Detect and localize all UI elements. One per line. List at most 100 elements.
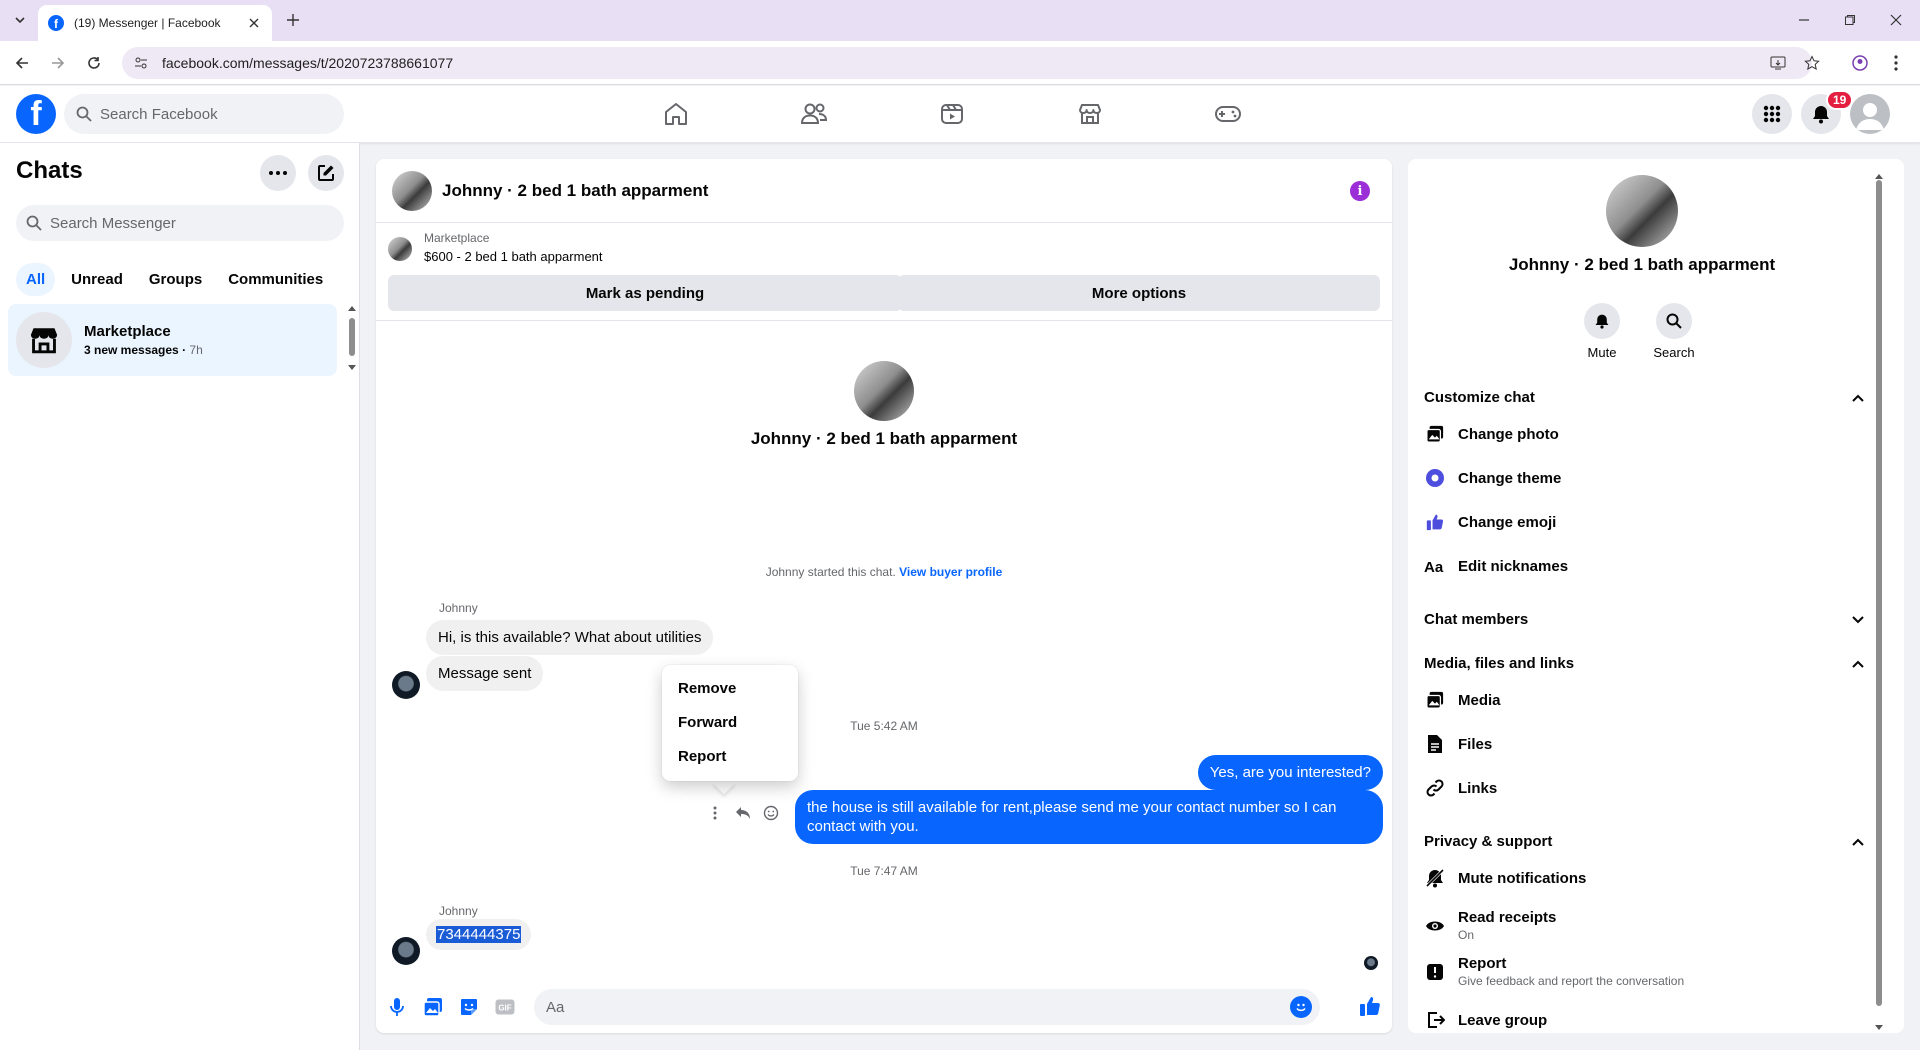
conversation-photo[interactable]	[392, 170, 432, 211]
watch-video-icon[interactable]	[936, 98, 968, 130]
site-info-icon[interactable]	[134, 56, 148, 70]
like-thumbs-up-icon[interactable]	[1358, 994, 1382, 1018]
new-message-button[interactable]	[308, 155, 344, 191]
forward-menu-item[interactable]: Forward	[670, 705, 790, 739]
search-icon	[76, 106, 92, 122]
conversation-title[interactable]: Johnny · 2 bed 1 bath apparment	[442, 181, 708, 201]
mute-action[interactable]: Mute	[1572, 303, 1632, 360]
details-scrollbar[interactable]	[1873, 172, 1885, 1034]
browser-menu-icon[interactable]	[1886, 53, 1906, 73]
privacy-support-section[interactable]: Privacy & support	[1424, 833, 1864, 850]
microphone-icon[interactable]	[386, 996, 408, 1018]
listing-title[interactable]: $600 - 2 bed 1 bath apparment	[424, 249, 603, 264]
read-receipts-state: On	[1458, 928, 1475, 942]
address-bar[interactable]: facebook.com/messages/t/2020723788661077	[122, 47, 1812, 79]
conversation-intro-name: Johnny · 2 bed 1 bath apparment	[750, 429, 1018, 448]
read-receipts-item[interactable]: Read receipts On	[1424, 909, 1864, 942]
edit-nicknames-item[interactable]: Aa Edit nicknames	[1424, 555, 1864, 577]
chat-item-marketplace[interactable]: Marketplace 3 new messages · 7h	[8, 304, 337, 376]
message-sender-name: Johnny	[439, 904, 478, 918]
change-emoji-item[interactable]: Change emoji	[1424, 511, 1864, 533]
incoming-message[interactable]: Message sent	[426, 656, 544, 691]
chat-item-preview: 3 new messages · 7h	[84, 343, 203, 357]
more-actions-icon[interactable]	[706, 804, 724, 822]
message-input[interactable]	[546, 998, 1266, 1016]
sender-avatar[interactable]	[392, 671, 420, 699]
friends-icon[interactable]	[798, 98, 830, 130]
change-theme-item[interactable]: Change theme	[1424, 467, 1864, 489]
message-input-field[interactable]	[534, 989, 1320, 1025]
close-window-icon[interactable]	[1887, 11, 1905, 29]
report-item[interactable]: Report Give feedback and report the conv…	[1424, 955, 1864, 988]
chat-members-section[interactable]: Chat members	[1424, 611, 1864, 628]
bell-off-icon	[1424, 867, 1446, 889]
customize-chat-section[interactable]: Customize chat	[1424, 389, 1864, 406]
filter-groups[interactable]: Groups	[139, 263, 212, 296]
theme-circle-icon	[1424, 467, 1446, 489]
links-item[interactable]: Links	[1424, 777, 1864, 799]
gaming-icon[interactable]	[1212, 98, 1244, 130]
leave-group-item[interactable]: Leave group	[1424, 1009, 1864, 1031]
browser-tab[interactable]: f (19) Messenger | Facebook	[38, 5, 272, 41]
view-buyer-profile-link[interactable]: View buyer profile	[899, 565, 1002, 579]
search-in-conversation-action[interactable]: Search	[1644, 303, 1704, 360]
mark-as-pending-button[interactable]: Mark as pending	[388, 275, 902, 311]
filter-unread[interactable]: Unread	[61, 263, 133, 296]
forward-icon[interactable]	[48, 53, 68, 73]
install-app-icon[interactable]	[1768, 53, 1788, 73]
messenger-search-input[interactable]	[50, 214, 330, 232]
filter-all[interactable]: All	[16, 263, 56, 296]
message-hover-actions	[706, 804, 780, 822]
react-emoji-icon[interactable]	[762, 804, 780, 822]
chat-filters: All Unread Groups Communities	[16, 263, 333, 296]
new-tab-icon[interactable]	[284, 11, 302, 29]
minimize-icon[interactable]	[1795, 11, 1813, 29]
browser-tab-bar: f (19) Messenger | Facebook	[0, 0, 1920, 41]
message-sender-name: Johnny	[439, 601, 478, 615]
reload-icon[interactable]	[84, 53, 104, 73]
change-photo-item[interactable]: Change photo	[1424, 423, 1864, 445]
notification-badge: 19	[1826, 90, 1854, 110]
media-files-links-section[interactable]: Media, files and links	[1424, 655, 1864, 672]
filter-communities[interactable]: Communities	[218, 263, 333, 296]
media-item[interactable]: Media	[1424, 689, 1864, 711]
outgoing-message[interactable]: the house is still available for rent,pl…	[795, 790, 1383, 844]
bookmark-star-icon[interactable]	[1802, 53, 1822, 73]
facebook-search[interactable]	[64, 94, 344, 134]
chat-list-scrollbar[interactable]	[347, 303, 357, 373]
outgoing-message[interactable]: Yes, are you interested?	[1197, 755, 1383, 790]
conversation-intro-photo	[854, 361, 914, 421]
back-icon[interactable]	[12, 53, 32, 73]
incoming-message[interactable]: 7344444375	[426, 919, 532, 950]
gif-icon[interactable]: GIF	[494, 996, 516, 1018]
remove-menu-item[interactable]: Remove	[670, 671, 790, 705]
home-icon[interactable]	[660, 98, 692, 130]
emoji-picker-icon[interactable]	[1290, 996, 1312, 1018]
close-tab-icon[interactable]	[246, 15, 262, 31]
tab-search-dropdown-icon[interactable]	[10, 10, 30, 30]
reply-icon[interactable]	[734, 804, 752, 822]
menu-grid-icon[interactable]	[1752, 94, 1792, 134]
sender-avatar[interactable]	[392, 937, 420, 965]
mute-notifications-item[interactable]: Mute notifications	[1424, 867, 1864, 889]
facebook-search-input[interactable]	[100, 105, 320, 123]
details-scrollbar-thumb[interactable]	[1876, 180, 1882, 1006]
sticker-icon[interactable]	[458, 996, 480, 1018]
restore-icon[interactable]	[1841, 11, 1859, 29]
selected-phone-number[interactable]: 7344444375	[436, 926, 522, 943]
chat-options-button[interactable]	[260, 155, 296, 191]
messenger-search[interactable]	[16, 205, 344, 241]
listing-thumbnail[interactable]	[388, 237, 412, 261]
more-options-button[interactable]: More options	[898, 275, 1380, 311]
svg-text:GIF: GIF	[498, 1004, 511, 1013]
report-menu-item[interactable]: Report	[670, 739, 790, 773]
conversation-info-icon[interactable]: i	[1350, 181, 1370, 201]
account-avatar[interactable]	[1850, 94, 1890, 134]
marketplace-icon[interactable]	[1074, 98, 1106, 130]
profile-icon[interactable]	[1850, 53, 1870, 73]
attach-photo-icon[interactable]	[422, 996, 444, 1018]
incoming-message[interactable]: Hi, is this available? What about utilit…	[426, 620, 714, 655]
report-description: Give feedback and report the conversatio…	[1458, 974, 1685, 988]
files-item[interactable]: Files	[1424, 733, 1864, 755]
facebook-logo-icon[interactable]: f	[16, 94, 56, 134]
